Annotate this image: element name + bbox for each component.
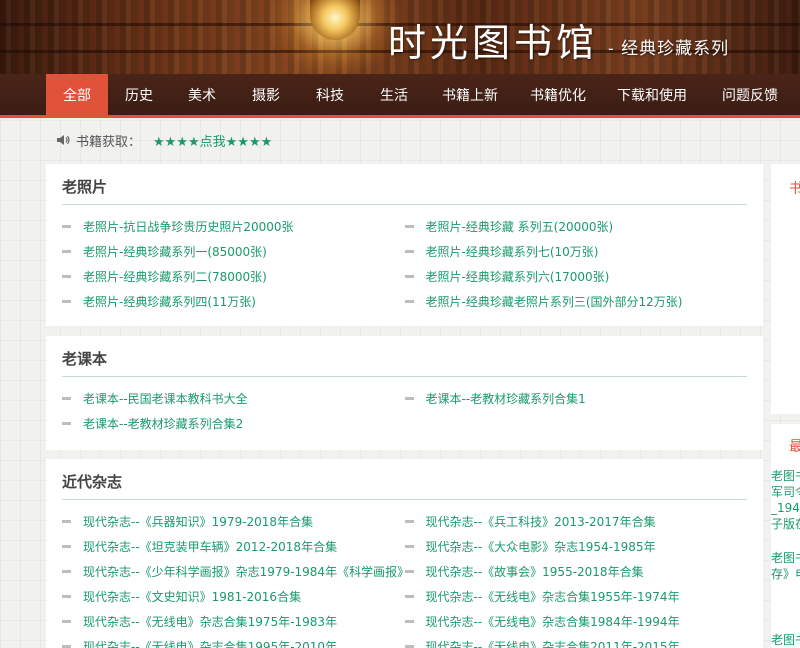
section-old-photos: 老照片 老照片-抗日战争珍贵历史照片20000张 老照片-经典珍藏 系列五(20… — [46, 164, 763, 326]
dash-icon — [62, 397, 71, 400]
sidebar-link-text[interactable]: 军司令 — [771, 484, 800, 500]
section-title: 近代杂志 — [62, 459, 747, 500]
sidebar-link-text[interactable]: 老图书 — [771, 632, 800, 648]
list-item[interactable]: 老照片-经典珍藏系列四(11万张) — [62, 289, 405, 314]
list-item[interactable]: 现代杂志--《少年科学画报》杂志1979-1984年《科学画报》 — [62, 559, 405, 584]
nav-item-history[interactable]: 历史 — [108, 74, 170, 115]
sidebar-link-text[interactable]: 子版在 — [771, 516, 800, 532]
list-item[interactable]: 老照片-经典珍藏 系列五(20000张) — [404, 214, 748, 239]
list-item[interactable]: 现代杂志--《无线电》杂志合集1984年-1994年 — [404, 609, 748, 634]
list-item[interactable]: 现代杂志--《坦克装甲车辆》2012-2018年合集 — [62, 534, 405, 559]
nav-item-book-optimization[interactable]: 书籍优化 — [514, 74, 602, 115]
list-item[interactable]: 老课本--民国老课本教科书大全 — [62, 386, 405, 411]
list-item[interactable]: 现代杂志--《大众电影》杂志1954-1985年 — [404, 534, 748, 559]
dash-icon — [62, 595, 71, 598]
dash-icon — [404, 520, 414, 523]
sidebar-link-text[interactable]: 老图书 — [771, 468, 800, 484]
dash-icon — [404, 225, 414, 228]
section-modern-magazines: 近代杂志 现代杂志--《兵器知识》1979-2018年合集 现代杂志--《兵工科… — [46, 459, 763, 648]
list-item[interactable]: 老照片-抗日战争珍贵历史照片20000张 — [62, 214, 405, 239]
site-title[interactable]: 时光图书馆 — [388, 12, 598, 67]
dash-icon — [404, 250, 414, 253]
header-banner: 时光图书馆 - 经典珍藏系列 — [0, 0, 800, 74]
dash-icon — [404, 397, 414, 400]
section-title: 老课本 — [62, 336, 747, 377]
nav-item-all[interactable]: 全部 — [46, 74, 108, 115]
list-item[interactable]: 现代杂志--《无线电》杂志合集2011年-2015年 — [404, 634, 748, 648]
dash-icon — [62, 250, 71, 253]
dash-icon — [62, 225, 71, 228]
dash-icon — [404, 545, 414, 548]
section-old-textbooks: 老课本 老课本--民国老课本教科书大全 老课本--老教材珍藏系列合集1 老课本-… — [46, 336, 763, 450]
list-item[interactable]: 老照片-经典珍藏系列七(10万张) — [404, 239, 748, 264]
list-item[interactable]: 现代杂志--《兵工科技》2013-2017年合集 — [404, 509, 748, 534]
dash-icon — [404, 620, 414, 623]
dash-icon — [404, 275, 414, 278]
dash-icon — [62, 275, 71, 278]
nav-item-life[interactable]: 生活 — [362, 74, 426, 115]
list-item[interactable]: 现代杂志--《无线电》杂志合集1975年-1983年 — [62, 609, 405, 634]
dash-icon — [62, 300, 71, 303]
dash-icon — [62, 620, 71, 623]
sidebar-card-title: 最 — [789, 439, 800, 455]
book-list: 老课本--民国老课本教科书大全 老课本--老教材珍藏系列合集1 老课本--老教材… — [46, 377, 763, 436]
dash-icon — [62, 545, 71, 548]
notice-bar: 书籍获取： ★★★★点我★★★★ — [56, 131, 272, 150]
list-item[interactable]: 现代杂志--《兵器知识》1979-2018年合集 — [62, 509, 405, 534]
nav-item-feedback[interactable]: 问题反馈 — [702, 74, 798, 115]
list-item[interactable]: 现代杂志--《文史知识》1981-2016合集 — [62, 584, 405, 609]
book-list: 老照片-抗日战争珍贵历史照片20000张 老照片-经典珍藏 系列五(20000张… — [46, 205, 763, 314]
speaker-icon — [57, 135, 70, 145]
list-item[interactable]: 老照片-经典珍藏系列六(17000张) — [404, 264, 748, 289]
list-item[interactable]: 现代杂志--《无线电》杂志合集1955年-1974年 — [404, 584, 748, 609]
nav-item-technology[interactable]: 科技 — [298, 74, 362, 115]
section-title: 老照片 — [62, 164, 747, 205]
list-item[interactable]: 老照片-经典珍藏系列一(85000张) — [62, 239, 405, 264]
nav-item-photography[interactable]: 摄影 — [234, 74, 298, 115]
nav-item-new-books[interactable]: 书籍上新 — [426, 74, 514, 115]
sidebar-link-text[interactable]: _1946 — [771, 500, 800, 516]
dash-icon — [404, 300, 414, 303]
sidebar-link-text[interactable]: 老图书 — [771, 550, 800, 566]
nav-item-download-usage[interactable]: 下载和使用 — [602, 74, 702, 115]
book-list: 现代杂志--《兵器知识》1979-2018年合集 现代杂志--《兵工科技》201… — [46, 500, 763, 648]
site-subtitle: - 经典珍藏系列 — [608, 39, 730, 59]
list-item[interactable]: 老照片-经典珍藏老照片系列三(国外部分12万张) — [404, 289, 748, 314]
dash-icon — [404, 570, 414, 573]
list-item[interactable]: 老课本--老教材珍藏系列合集1 — [404, 386, 748, 411]
dash-icon — [62, 520, 71, 523]
sidebar-card-title: 书 — [789, 181, 800, 197]
sidebar-card-latest: 最 老图书 军司令 _1946 子版在 老图书 存》电 老图书 — [771, 424, 800, 648]
nav-item-art[interactable]: 美术 — [170, 74, 234, 115]
sidebar-card-books: 书 — [771, 164, 800, 414]
sidebar-link-text[interactable]: 存》电 — [771, 566, 800, 582]
dash-icon — [404, 595, 414, 598]
list-item[interactable]: 现代杂志--《无线电》杂志合集1995年-2010年 — [62, 634, 405, 648]
list-item[interactable]: 现代杂志--《故事会》1955-2018年合集 — [404, 559, 748, 584]
main-nav: 全部 历史 美术 摄影 科技 生活 书籍上新 书籍优化 下载和使用 问题反馈 — [0, 74, 800, 118]
list-item[interactable]: 老课本--老教材珍藏系列合集2 — [62, 411, 405, 436]
notice-label: 书籍获取： — [76, 134, 142, 150]
dash-icon — [62, 570, 71, 573]
list-item[interactable]: 老照片-经典珍藏系列二(78000张) — [62, 264, 405, 289]
get-books-link[interactable]: ★★★★点我★★★★ — [153, 131, 272, 150]
dash-icon — [62, 422, 71, 425]
